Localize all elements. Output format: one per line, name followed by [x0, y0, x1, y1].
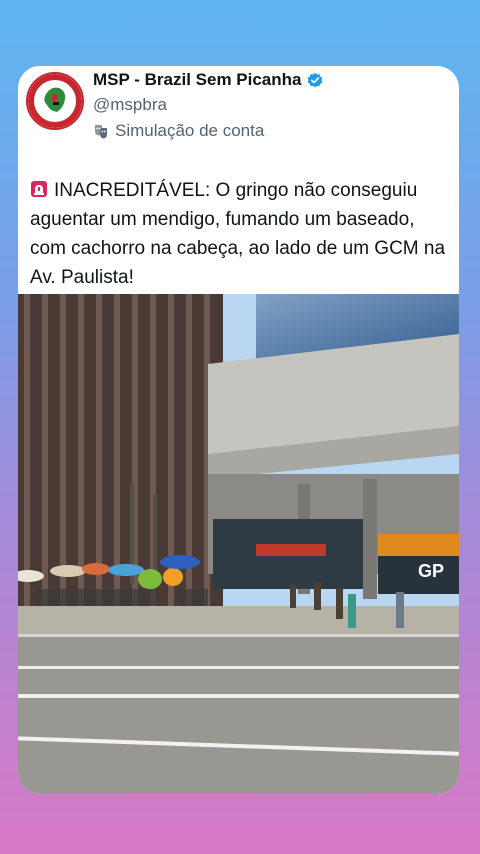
siren-emoji-icon: [31, 181, 47, 197]
post-card[interactable]: MSP - Brazil Sem Picanha @mspbra Simulaç…: [18, 66, 459, 794]
account-handle[interactable]: @mspbra: [93, 95, 167, 115]
post-media[interactable]: GP: [18, 294, 459, 794]
name-row: MSP - Brazil Sem Picanha: [93, 70, 324, 90]
store-sign-text: GP: [418, 561, 444, 581]
simulation-row: Simulação de conta: [93, 121, 264, 141]
verified-badge-icon: [308, 72, 323, 88]
simulation-label: Simulação de conta: [115, 121, 265, 140]
avatar[interactable]: [26, 72, 84, 130]
display-name[interactable]: MSP - Brazil Sem Picanha: [93, 70, 301, 90]
post-text-block: INACREDITÁVEL: O gringo não conseguiu ag…: [30, 176, 455, 292]
post-text: INACREDITÁVEL: O gringo não conseguiu ag…: [30, 180, 446, 288]
msp-logo-icon: [28, 74, 82, 128]
post-header: MSP - Brazil Sem Picanha @mspbra Simulaç…: [18, 66, 459, 166]
street-photo: GP: [18, 294, 459, 794]
theater-masks-icon: [95, 125, 107, 139]
